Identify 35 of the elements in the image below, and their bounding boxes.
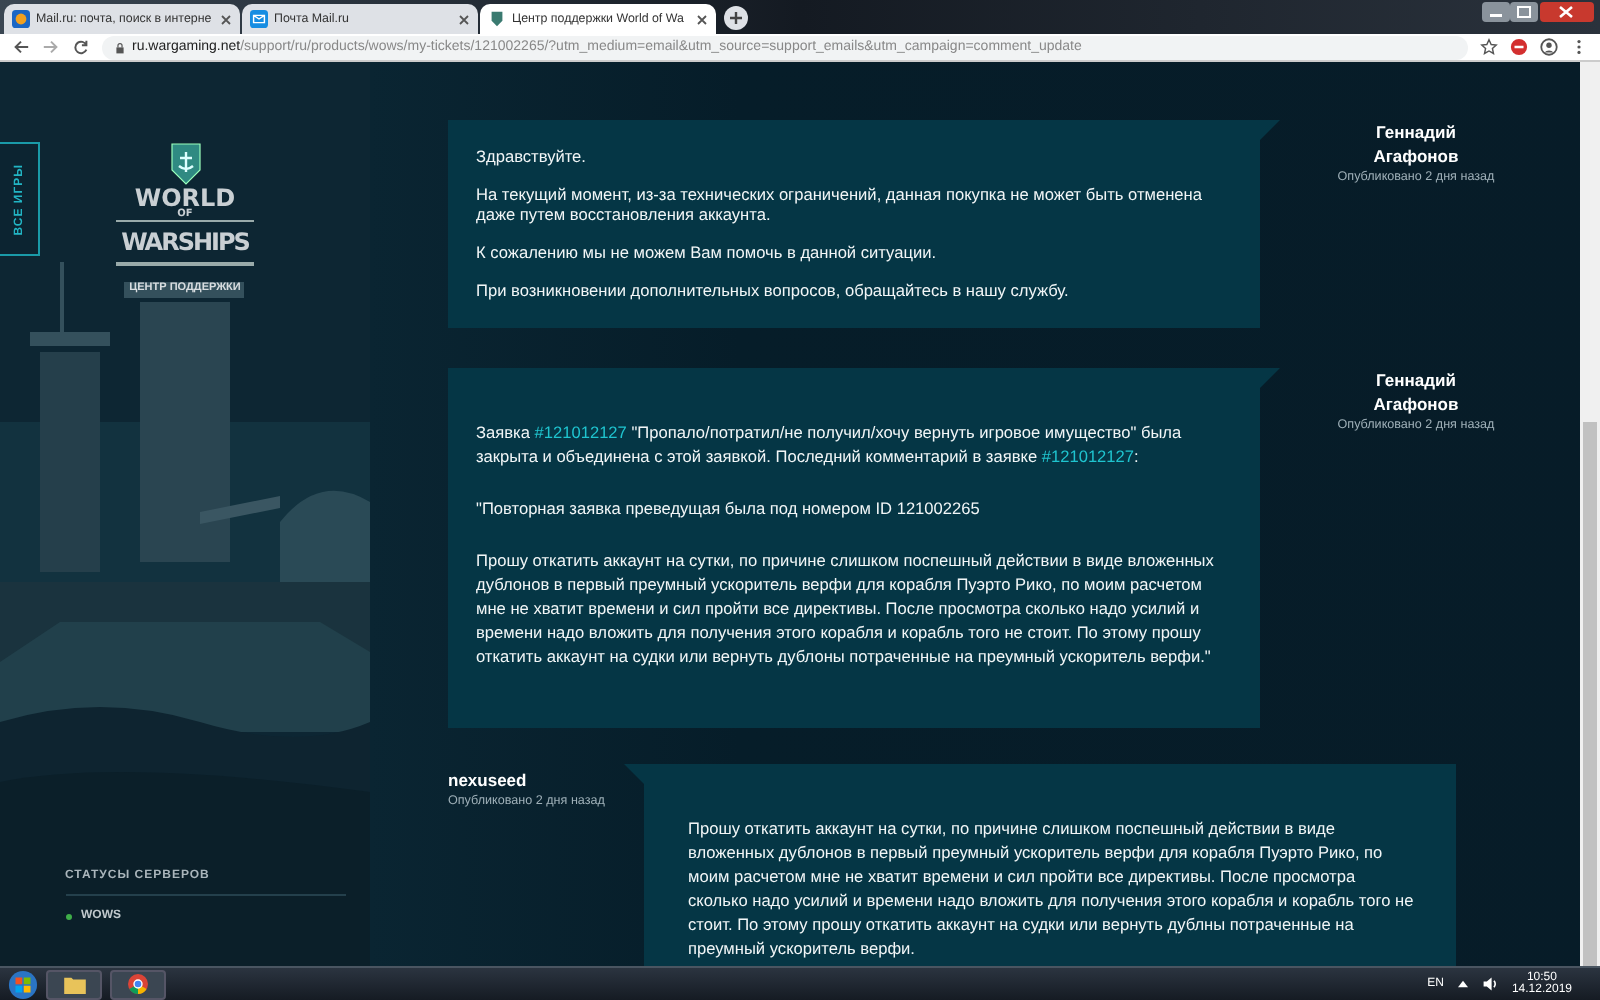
reload-icon[interactable] bbox=[72, 38, 90, 56]
comment-paragraph: К сожалению мы не можем Вам помочь в данной ситуации. bbox=[476, 242, 939, 262]
envelope-icon bbox=[250, 10, 268, 28]
taskbar-button[interactable] bbox=[110, 969, 166, 999]
speaker-icon[interactable] bbox=[1481, 976, 1498, 992]
window-controls-drawing[interactable] bbox=[1482, 2, 1594, 24]
scrollbar[interactable] bbox=[1580, 62, 1600, 966]
comment-paragraph: Заявка #121012127 "Пропало/потратил/не получил/хочу вернуть игровое имущество" была закрыта и объединена с этой заявкой. Последний комментарий в заявке #121012127: bbox=[476, 420, 1184, 468]
back-icon[interactable] bbox=[12, 38, 30, 56]
folder-icon bbox=[63, 975, 85, 993]
shield-icon bbox=[488, 10, 506, 28]
mail-logo-icon bbox=[12, 10, 30, 28]
author-name: Геннадий Агафонов bbox=[1371, 120, 1461, 168]
comment-paragraph: Прошу откатить аккаунт на сутки, по причине слишком поспешный действии в виде вложенных дублонов в первый преумный ускоритель верфи для корабля Пуэрто Рико, по моим расчетом мне не хватит времени и сил пройти все директивы. После просмотра сколько надо усилий и времени надо вложить для получения этого корабля и корабль того не стоит. По этому прошу откатить аккаунт на судки или вернуть дублоны потраченные на преумный ускоритель верфи." bbox=[476, 548, 1216, 668]
start-button[interactable] bbox=[8, 969, 38, 999]
author-name: Геннадий Агафонов bbox=[1371, 368, 1461, 416]
comment-paragraph: Прошу откатить аккаунт на сутки, по причине слишком поспешный действии в виде вложенных дублонов в первый преумный ускоритель верфи для корабля Пуэрто Рико, по моим расчетом мне не хватит времени и сил пройти все директивы. После просмотра сколько надо усилий и времени надо вложить для получения этого корабля и корабль того не стоит. По этому прошу откатить аккаунт на судки или вернуть дублны потраченные на преумный ускоритель верфи. bbox=[688, 816, 1416, 960]
comment-paragraph: На текущий момент, из-за технических ограничений, данная покупка не может быть отменена даже путем восстановления аккаунта. bbox=[476, 184, 1204, 224]
new-tab-icon[interactable] bbox=[724, 6, 748, 30]
author-name: nexuseed bbox=[448, 768, 527, 792]
stop-sign-icon[interactable] bbox=[1510, 38, 1528, 56]
close-icon[interactable] bbox=[696, 13, 708, 25]
comment-paragraph: При возникновении дополнительных вопросов, обращайтесь в нашу службу. bbox=[476, 280, 1071, 300]
lock-icon bbox=[114, 41, 126, 53]
browser-icon bbox=[128, 974, 148, 994]
close-icon[interactable] bbox=[458, 13, 470, 25]
ticket-link[interactable]: #121012127 bbox=[1041, 446, 1135, 466]
comment-paragraph: Здравствуйте. bbox=[476, 146, 588, 166]
star-icon[interactable] bbox=[1480, 38, 1498, 56]
account-icon[interactable] bbox=[1540, 38, 1558, 56]
close-icon[interactable] bbox=[220, 13, 232, 25]
ticket-link[interactable]: #121012127 bbox=[534, 422, 627, 442]
caret-icon[interactable] bbox=[1457, 980, 1468, 988]
comment-paragraph: "Повторная заявка преведущая была под номером ID 121002265 bbox=[476, 496, 982, 520]
taskbar-button[interactable] bbox=[46, 969, 102, 999]
